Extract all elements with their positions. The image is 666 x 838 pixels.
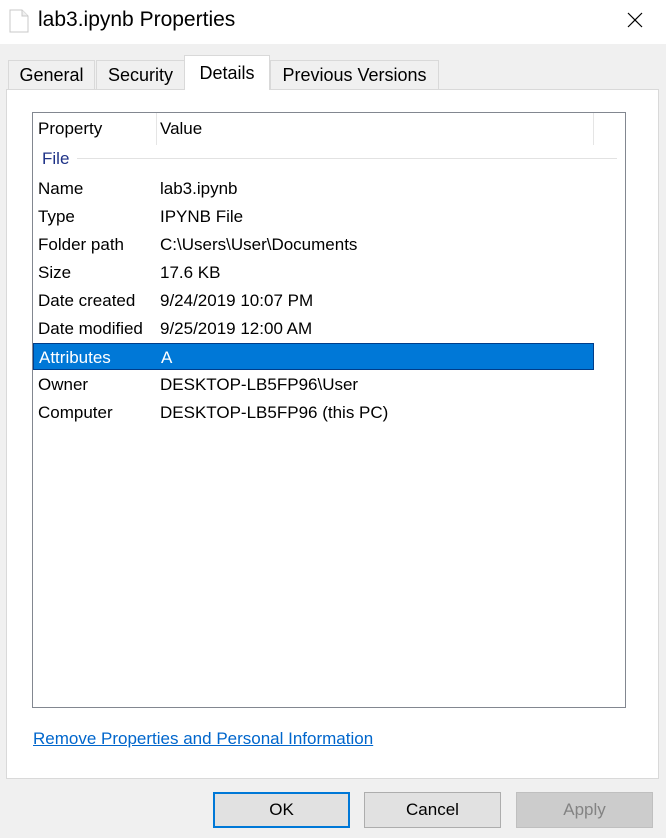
ok-button[interactable]: OK (213, 792, 350, 828)
tab-general[interactable]: General (8, 60, 95, 90)
ok-button-label: OK (269, 800, 294, 819)
property-value: DESKTOP-LB5FP96 (this PC) (160, 403, 389, 422)
property-name: Type (38, 207, 75, 226)
title-bar: lab3.ipynb Properties (0, 0, 666, 44)
apply-button-label: Apply (563, 800, 606, 819)
property-row[interactable]: Name lab3.ipynb (33, 175, 594, 202)
tab-details[interactable]: Details (184, 55, 270, 90)
cancel-button-label: Cancel (406, 800, 459, 819)
property-name: Date created (38, 291, 136, 310)
close-icon (627, 12, 643, 28)
property-value: lab3.ipynb (160, 179, 238, 198)
file-icon (9, 9, 29, 33)
property-row-selected[interactable]: Attributes A (33, 343, 594, 370)
property-value: 17.6 KB (160, 263, 221, 282)
property-row[interactable]: Size 17.6 KB (33, 259, 594, 286)
property-value: DESKTOP-LB5FP96\User (160, 375, 359, 394)
window-title: lab3.ipynb Properties (38, 8, 236, 31)
property-row[interactable]: Date created 9/24/2019 10:07 PM (33, 287, 594, 314)
property-name: Size (38, 263, 72, 282)
property-value: IPYNB File (160, 207, 244, 226)
property-name: Date modified (38, 319, 143, 338)
property-name: Owner (38, 375, 89, 394)
apply-button: Apply (516, 792, 653, 828)
property-row[interactable]: Owner DESKTOP-LB5FP96\User (33, 371, 594, 398)
tab-label: Previous Versions (282, 65, 427, 85)
property-row[interactable]: Computer DESKTOP-LB5FP96 (this PC) (33, 399, 594, 426)
column-header-label: Value (160, 119, 203, 138)
tab-security[interactable]: Security (96, 60, 185, 90)
property-row[interactable]: Type IPYNB File (33, 203, 594, 230)
property-name: Attributes (39, 348, 111, 367)
group-divider (77, 158, 617, 159)
details-list[interactable]: Property Value File Name lab3.ipynb Type… (32, 112, 626, 708)
property-row[interactable]: Date modified 9/25/2019 12:00 AM (33, 315, 594, 342)
property-value: C:\Users\User\Documents (160, 235, 358, 254)
property-row[interactable]: Folder path C:\Users\User\Documents (33, 231, 594, 258)
property-value: 9/25/2019 12:00 AM (160, 319, 313, 338)
tab-label: Details (199, 62, 255, 83)
close-button[interactable] (612, 0, 658, 40)
column-header-value[interactable]: Value (157, 113, 594, 145)
column-header-property[interactable]: Property (33, 113, 157, 145)
tab-previous-versions[interactable]: Previous Versions (270, 60, 439, 90)
cancel-button[interactable]: Cancel (364, 792, 501, 828)
property-name: Name (38, 179, 84, 198)
property-value: A (161, 348, 173, 367)
column-header-label: Property (38, 119, 103, 138)
property-name: Folder path (38, 235, 124, 254)
remove-properties-link[interactable]: Remove Properties and Personal Informati… (33, 729, 373, 749)
group-header-file: File (42, 149, 70, 168)
tab-label: General (19, 65, 84, 85)
tab-label: Security (107, 65, 174, 85)
property-name: Computer (38, 403, 113, 422)
property-value: 9/24/2019 10:07 PM (160, 291, 314, 310)
